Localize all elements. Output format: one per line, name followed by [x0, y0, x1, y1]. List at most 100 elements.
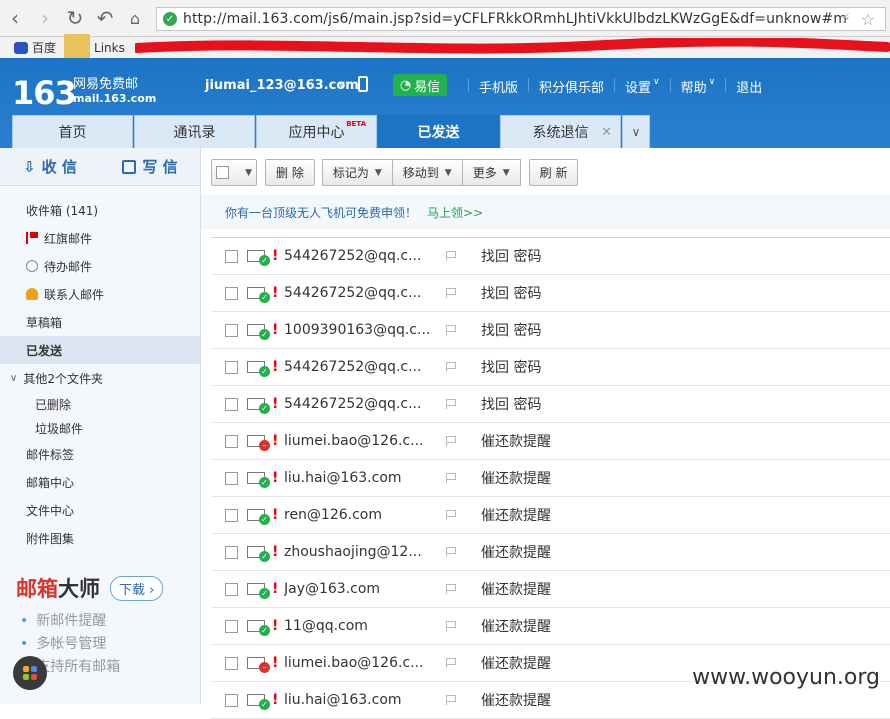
row-checkbox[interactable]: [225, 582, 238, 596]
reload-icon[interactable]: ↻: [60, 3, 90, 33]
row-checkbox[interactable]: [225, 397, 238, 411]
subject: 找回 密码: [481, 286, 542, 302]
folder-todo[interactable]: 待办邮件: [0, 252, 200, 280]
folder-deleted[interactable]: 已删除: [0, 392, 200, 416]
tabs-more-button[interactable]: ∨: [622, 115, 650, 148]
flag-icon[interactable]: [446, 325, 456, 335]
yixin-button[interactable]: ◔ 易信: [393, 74, 447, 96]
flag-icon[interactable]: [446, 362, 456, 372]
table-row[interactable]: ✓! 11@qq.com 催还款提醒: [211, 608, 890, 645]
folder-drafts[interactable]: 草稿箱: [0, 308, 200, 336]
chevron-down-icon[interactable]: ▼: [245, 168, 252, 178]
chevron-down-icon[interactable]: ∨: [709, 77, 716, 96]
folder-group-other[interactable]: ∨ 其他2个文件夹: [0, 364, 200, 392]
promo-link[interactable]: 马上领>>: [427, 204, 483, 221]
flag-icon[interactable]: [446, 510, 456, 520]
bolt-icon[interactable]: ⚡: [841, 11, 851, 27]
link-points-club[interactable]: 积分俱乐部: [539, 77, 604, 96]
folder-label: 草稿箱: [26, 315, 63, 330]
flag-icon[interactable]: [446, 399, 456, 409]
table-row[interactable]: ✓! liu.hai@163.com 催还款提醒: [211, 460, 890, 497]
subject: 催还款提醒: [481, 508, 551, 524]
row-checkbox[interactable]: [225, 508, 238, 522]
row-checkbox[interactable]: [225, 656, 238, 670]
undo-icon[interactable]: ↶: [90, 3, 120, 33]
delivered-check-icon: ✓: [259, 292, 270, 303]
logo[interactable]: 163: [12, 74, 77, 112]
address-bar[interactable]: ✓ http://mail.163.com/js6/main.jsp?sid=y…: [156, 7, 886, 31]
folder-inbox[interactable]: 收件箱 (141): [0, 196, 200, 224]
forward-icon[interactable]: ›: [30, 3, 60, 33]
master-title-a: 邮箱: [16, 577, 58, 601]
folder-flagged[interactable]: 红旗邮件: [0, 224, 200, 252]
delivered-check-icon: ✓: [259, 329, 270, 340]
refresh-button[interactable]: 刷 新: [528, 159, 579, 186]
link-logout[interactable]: 退出: [736, 77, 762, 96]
home-icon[interactable]: ⌂: [120, 3, 150, 33]
flag-icon[interactable]: [446, 584, 456, 594]
receive-button[interactable]: ⇩ 收 信: [0, 148, 100, 185]
row-checkbox[interactable]: [225, 249, 238, 263]
more-button[interactable]: 更多 ▼: [461, 159, 521, 186]
mark-as-button[interactable]: 标记为 ▼: [321, 159, 393, 186]
table-row[interactable]: ✓! 544267252@qq.c... 找回 密码: [211, 275, 890, 312]
close-icon[interactable]: ✕: [601, 125, 612, 140]
table-row[interactable]: ✓! Jay@163.com 催还款提醒: [211, 571, 890, 608]
flag-icon[interactable]: [446, 473, 456, 483]
back-icon[interactable]: ‹: [0, 3, 30, 33]
app-launcher-button[interactable]: [13, 656, 47, 690]
mail-master-title[interactable]: 邮箱大师: [16, 573, 100, 603]
link-help[interactable]: 帮助: [681, 77, 707, 96]
user-account[interactable]: jiumai_123@163.com: [205, 78, 359, 93]
folder-contacts-mail[interactable]: 联系人邮件: [0, 280, 200, 308]
table-row[interactable]: –! liumei.bao@126.c... 催还款提醒: [211, 423, 890, 460]
promo-text[interactable]: 你有一台顶级无人飞机可免费申领！: [225, 204, 417, 221]
phone-icon[interactable]: [358, 76, 368, 92]
row-checkbox[interactable]: [225, 434, 238, 448]
download-button[interactable]: 下载 ›: [110, 575, 164, 601]
table-row[interactable]: ✓! zhoushaojing@12... 催还款提醒: [211, 534, 890, 571]
table-row[interactable]: ✓! 544267252@qq.c... 找回 密码: [211, 349, 890, 386]
bookmark-baidu[interactable]: 百度: [14, 39, 56, 56]
table-row[interactable]: ✓! 544267252@qq.c... 找回 密码: [211, 238, 890, 275]
chevron-down-icon[interactable]: ∨: [653, 77, 660, 96]
folder-mail-center[interactable]: 邮箱中心: [0, 468, 200, 496]
tab-contacts[interactable]: 通讯录: [134, 115, 255, 148]
folder-spam[interactable]: 垃圾邮件: [0, 416, 200, 440]
delete-button[interactable]: 删 除: [265, 159, 315, 186]
folder-sent[interactable]: 已发送: [0, 336, 200, 364]
flag-icon[interactable]: [446, 288, 456, 298]
flag-icon[interactable]: [446, 436, 456, 446]
compose-button[interactable]: 写 信: [100, 148, 200, 185]
row-checkbox[interactable]: [225, 471, 238, 485]
folder-tags[interactable]: 邮件标签: [0, 440, 200, 468]
move-to-button[interactable]: 移动到 ▼: [391, 159, 463, 186]
browser-toolbar: ‹ › ↻ ↶ ⌂ ✓ http://mail.163.com/js6/main…: [0, 0, 890, 37]
tab-home[interactable]: 首页: [12, 115, 133, 148]
flag-icon[interactable]: [446, 658, 456, 668]
table-row[interactable]: ✓! ren@126.com 催还款提醒: [211, 497, 890, 534]
folder-file-center[interactable]: 文件中心: [0, 496, 200, 524]
row-checkbox[interactable]: [225, 323, 238, 337]
flag-icon[interactable]: [446, 621, 456, 631]
tab-sent[interactable]: 已发送: [378, 115, 499, 148]
table-row[interactable]: ✓! 1009390163@qq.c... 找回 密码: [211, 312, 890, 349]
row-checkbox[interactable]: [225, 545, 238, 559]
link-settings[interactable]: 设置: [625, 77, 651, 96]
chevron-down-icon[interactable]: ∨: [338, 78, 346, 91]
chevron-down-icon[interactable]: ∨: [10, 373, 17, 384]
link-mobile[interactable]: 手机版: [479, 77, 518, 96]
bookmark-star-icon[interactable]: ☆: [861, 10, 875, 29]
flag-icon[interactable]: [446, 547, 456, 557]
folder-attachments[interactable]: 附件图集: [0, 524, 200, 552]
row-checkbox[interactable]: [225, 360, 238, 374]
tab-app-center[interactable]: 应用中心 BETA: [256, 115, 377, 148]
tab-bounced[interactable]: 系统退信 ✕: [500, 115, 621, 148]
table-row[interactable]: ✓! 544267252@qq.c... 找回 密码: [211, 386, 890, 423]
row-checkbox[interactable]: [225, 286, 238, 300]
row-checkbox[interactable]: [225, 693, 238, 707]
row-checkbox[interactable]: [225, 619, 238, 633]
select-all-checkbox[interactable]: ▼: [211, 159, 257, 186]
checkbox[interactable]: [216, 166, 229, 179]
flag-icon[interactable]: [446, 251, 456, 261]
